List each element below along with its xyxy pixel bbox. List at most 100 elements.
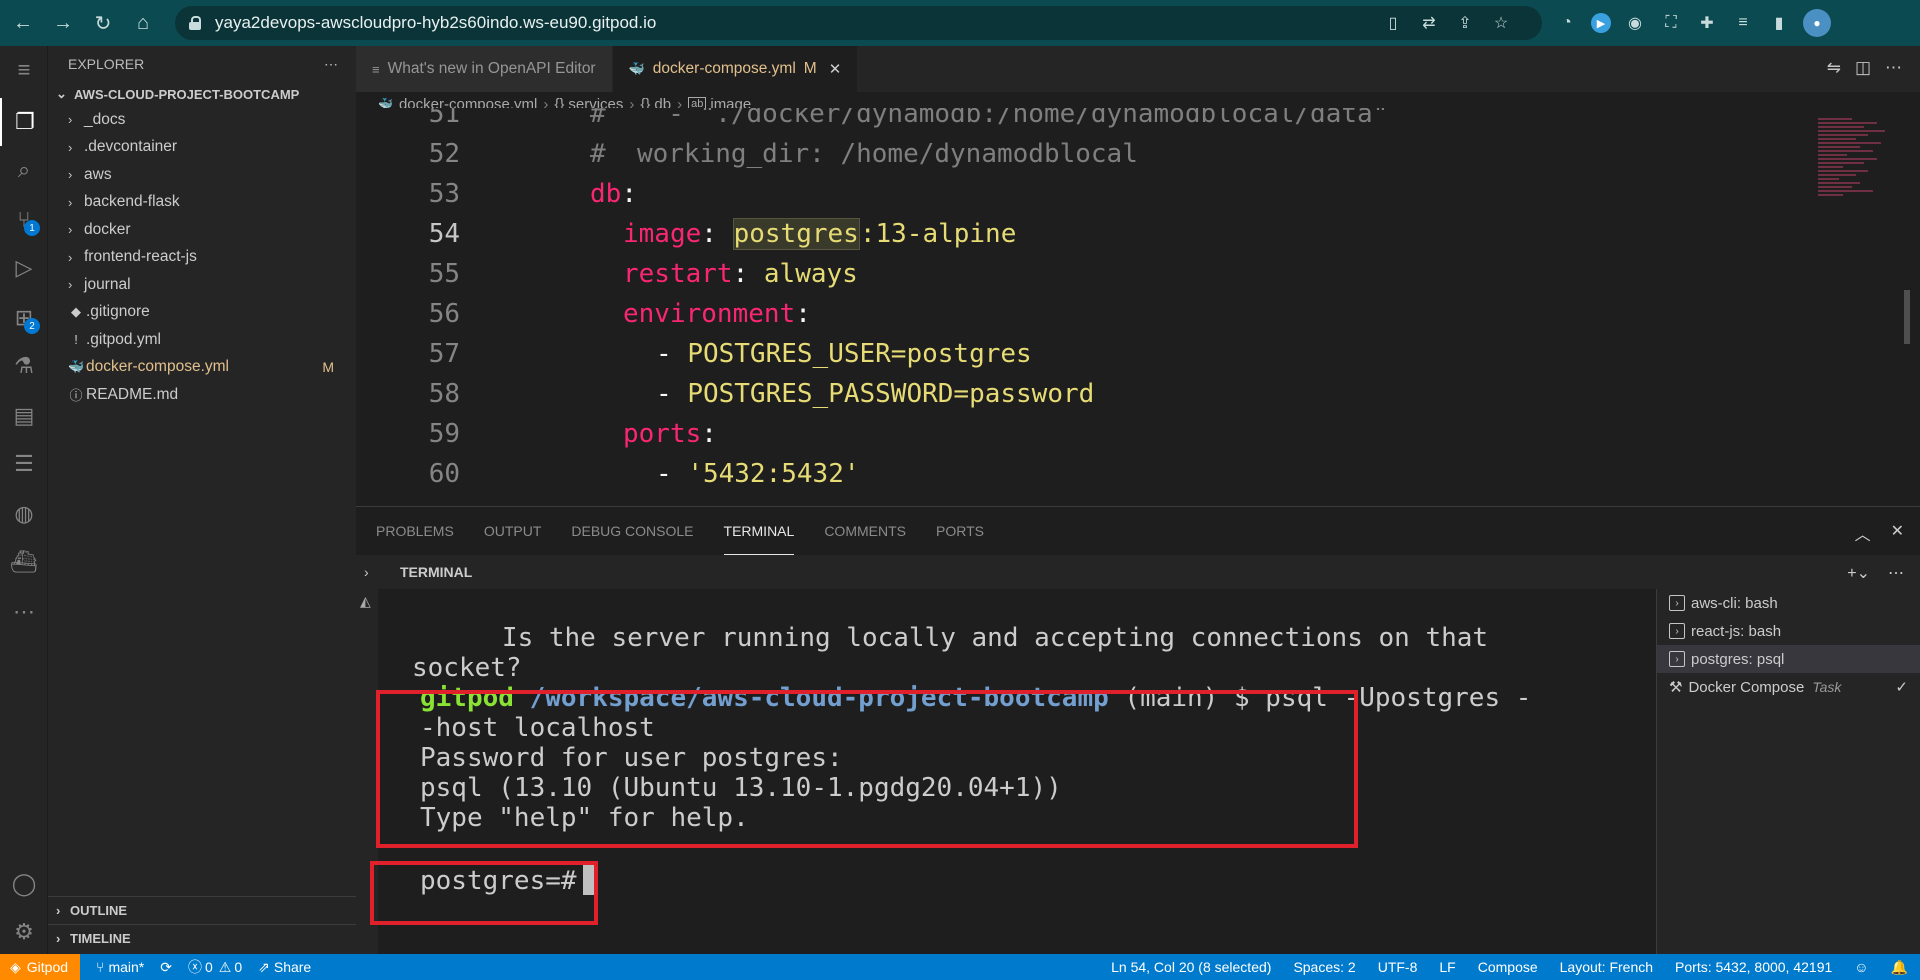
tab-comments[interactable]: COMMENTS: [824, 507, 906, 555]
terminal-more-icon[interactable]: ⋯: [1888, 563, 1904, 583]
back-icon[interactable]: ←: [6, 6, 40, 40]
github-icon[interactable]: ◍: [0, 490, 48, 538]
notifications-icon[interactable]: 🔔: [1891, 959, 1908, 976]
indentation[interactable]: Spaces: 2: [1293, 959, 1355, 975]
tab-debug-console[interactable]: DEBUG CONSOLE: [571, 507, 693, 555]
side-panel-icon[interactable]: ▮: [1767, 11, 1791, 35]
testing-icon[interactable]: ⚗: [0, 342, 48, 390]
remote-indicator[interactable]: ◈ Gitpod: [0, 954, 81, 980]
file-item[interactable]: ⓘ README.md: [48, 381, 356, 409]
forward-icon[interactable]: →: [46, 6, 80, 40]
minimap[interactable]: [1818, 116, 1902, 346]
extensions-puzzle-icon[interactable]: ✚: [1695, 11, 1719, 35]
encoding[interactable]: UTF-8: [1378, 959, 1418, 975]
maximize-panel-icon[interactable]: ︿: [1855, 521, 1871, 545]
chevron-right-icon[interactable]: ›: [364, 564, 369, 580]
tab-output[interactable]: OUTPUT: [484, 507, 542, 555]
search-icon[interactable]: ⌕: [0, 146, 48, 194]
timeline-section[interactable]: › TIMELINE: [48, 924, 356, 951]
branch-indicator[interactable]: ⑂ main*: [96, 959, 144, 975]
reload-icon[interactable]: ↻: [86, 6, 120, 40]
outline-section[interactable]: › OUTLINE: [48, 896, 356, 923]
file-item[interactable]: 🐳 docker-compose.yml M: [48, 354, 356, 382]
tab-openapi-whats-new[interactable]: ≡ What's new in OpenAPI Editor: [356, 46, 613, 92]
home-icon[interactable]: ⌂: [126, 6, 160, 40]
bottom-panel: PROBLEMS OUTPUT DEBUG CONSOLE TERMINAL C…: [356, 506, 1920, 955]
explorer-icon[interactable]: ❐: [0, 98, 48, 146]
source-control-badge: 1: [24, 220, 40, 236]
tab-docker-compose[interactable]: 🐳 docker-compose.yml M ✕: [612, 46, 859, 92]
branch-icon: ⑂: [96, 959, 105, 975]
address-bar[interactable]: yaya2devops-awscloudpro-hyb2s60indo.ws-e…: [175, 6, 1542, 40]
media-queue-icon[interactable]: ≡: [1731, 11, 1755, 35]
feedback-icon[interactable]: ☺: [1854, 959, 1868, 975]
terminal-item[interactable]: › postgres: psql: [1657, 645, 1920, 673]
extension-cookie-icon[interactable]: ◉: [1623, 11, 1647, 35]
terminal-item[interactable]: › aws-cli: bash: [1657, 589, 1920, 617]
file-item[interactable]: ! .gitpod.yml: [48, 326, 356, 354]
terminal-item[interactable]: › react-js: bash: [1657, 617, 1920, 645]
folder-item[interactable]: › backend-flask: [48, 189, 356, 217]
explorer-sidebar: EXPLORER ⋯ ⌄ AWS-CLOUD-PROJECT-BOOTCAMP …: [48, 46, 356, 954]
source-control-icon[interactable]: ⑂ 1: [0, 196, 48, 244]
explorer-more-icon[interactable]: ⋯: [324, 56, 338, 73]
sync-icon[interactable]: ⟳: [160, 959, 172, 976]
terminal-line: Is the server running locally and accept…: [408, 623, 1489, 653]
close-icon[interactable]: ✕: [829, 60, 842, 78]
close-panel-icon[interactable]: ✕: [1891, 521, 1904, 545]
editor-scrollbar[interactable]: [1904, 290, 1910, 344]
database-icon[interactable]: ☰: [0, 440, 48, 488]
translate-icon[interactable]: ⇄: [1418, 13, 1440, 33]
project-folder[interactable]: ⌄ AWS-CLOUD-PROJECT-BOOTCAMP: [48, 82, 356, 106]
extension-play-icon[interactable]: ▶: [1591, 13, 1611, 33]
language-mode[interactable]: Compose: [1478, 959, 1538, 975]
docker-file-icon: 🐳: [628, 61, 645, 76]
new-terminal-icon[interactable]: +⌄: [1847, 563, 1870, 583]
azure-icon: ◭: [360, 593, 371, 609]
line-number: 53: [428, 179, 460, 209]
chevron-right-icon: ›: [68, 249, 73, 265]
url-text: yaya2devops-awscloudpro-hyb2s60indo.ws-e…: [215, 13, 657, 32]
docker-icon[interactable]: ⛴: [0, 538, 48, 586]
menu-icon[interactable]: ≡: [0, 46, 48, 94]
folder-item[interactable]: › docker: [48, 216, 356, 244]
timeline-label: TIMELINE: [70, 930, 131, 946]
folder-item[interactable]: › .devcontainer: [48, 134, 356, 162]
split-editor-icon[interactable]: ◫: [1855, 58, 1871, 78]
screenshot-icon[interactable]: ⛶: [1659, 11, 1683, 35]
task-tag: Task: [1812, 679, 1842, 695]
tree-item-label: frontend-react-js: [84, 248, 197, 266]
code-editor[interactable]: 51 # - "./docker/dynamodb:/home/dynamodb…: [356, 108, 1920, 506]
selection-highlight: postgres: [732, 218, 860, 250]
account-icon[interactable]: ◯: [0, 860, 48, 908]
share-button[interactable]: ⇗ Share: [258, 959, 311, 976]
folder-item[interactable]: › journal: [48, 271, 356, 299]
terminal-item[interactable]: ⚒ Docker Compose Task ✓: [1657, 673, 1920, 701]
tree-item-label: backend-flask: [84, 193, 180, 211]
folder-item[interactable]: › frontend-react-js: [48, 244, 356, 272]
cursor-position[interactable]: Ln 54, Col 20 (8 selected): [1111, 959, 1271, 975]
more-icon[interactable]: ⋯: [0, 588, 48, 636]
file-item[interactable]: ◆ .gitignore: [48, 299, 356, 327]
extensions-icon[interactable]: ⊞ 2: [0, 294, 48, 342]
problems-indicator[interactable]: ⓧ 0 ⚠ 0: [188, 957, 242, 977]
extension-circle-icon[interactable]: ◔: [1555, 11, 1579, 35]
run-debug-icon[interactable]: ▷: [0, 244, 48, 292]
clipboard-icon[interactable]: ▯: [1382, 13, 1404, 33]
tab-terminal[interactable]: TERMINAL: [723, 507, 795, 555]
chevron-right-icon: ›: [56, 930, 61, 946]
editor-more-icon[interactable]: ⋯: [1885, 58, 1902, 78]
tab-ports[interactable]: PORTS: [936, 507, 984, 555]
folder-item[interactable]: › _docs: [48, 106, 356, 134]
compare-changes-icon[interactable]: ⇋: [1827, 58, 1841, 78]
folder-item[interactable]: › aws: [48, 161, 356, 189]
keyboard-layout[interactable]: Layout: French: [1560, 959, 1653, 975]
share-icon[interactable]: ⇪: [1454, 13, 1476, 33]
ports-indicator[interactable]: Ports: 5432, 8000, 42191: [1675, 959, 1832, 975]
settings-gear-icon[interactable]: ⚙: [0, 908, 48, 956]
end-of-line[interactable]: LF: [1439, 959, 1455, 975]
tab-problems[interactable]: PROBLEMS: [376, 507, 454, 555]
bookmark-star-icon[interactable]: ☆: [1490, 13, 1512, 33]
api-icon[interactable]: ▤: [0, 392, 48, 440]
profile-avatar[interactable]: ●: [1803, 9, 1831, 37]
